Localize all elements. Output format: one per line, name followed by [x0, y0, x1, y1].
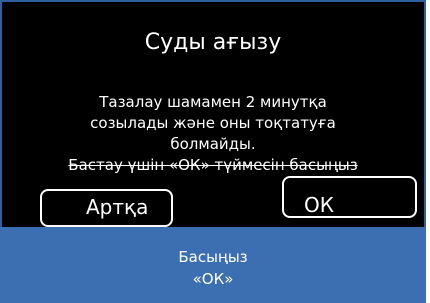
- back-button[interactable]: Артқа: [40, 189, 173, 227]
- message-line-2: созылады және оны тоқтатуға: [90, 114, 336, 132]
- screen: Суды ағызу Тазалау шамамен 2 минутқа соз…: [0, 0, 430, 303]
- footer-line-1: Басыңыз: [178, 248, 248, 266]
- dialog-title: Суды ағызу: [144, 30, 282, 55]
- ok-button[interactable]: ОК: [282, 176, 417, 218]
- message-line-3: болмайды.: [170, 135, 256, 153]
- footer-line-2: «ОК»: [192, 270, 234, 288]
- back-button-label: Артқа: [86, 195, 149, 219]
- ok-button-label: ОК: [304, 193, 334, 217]
- footer-hint: Басыңыз «ОК»: [0, 227, 426, 303]
- dialog-message: Тазалау шамамен 2 минутқа созылады және …: [2, 92, 424, 176]
- dialog-panel: Суды ағызу Тазалау шамамен 2 минутқа соз…: [0, 0, 426, 227]
- message-line-1: Тазалау шамамен 2 минутқа: [99, 93, 327, 111]
- message-line-4: Бастау үшін «ОК» түймесін басыңыз: [68, 156, 358, 174]
- right-edge: [426, 0, 430, 303]
